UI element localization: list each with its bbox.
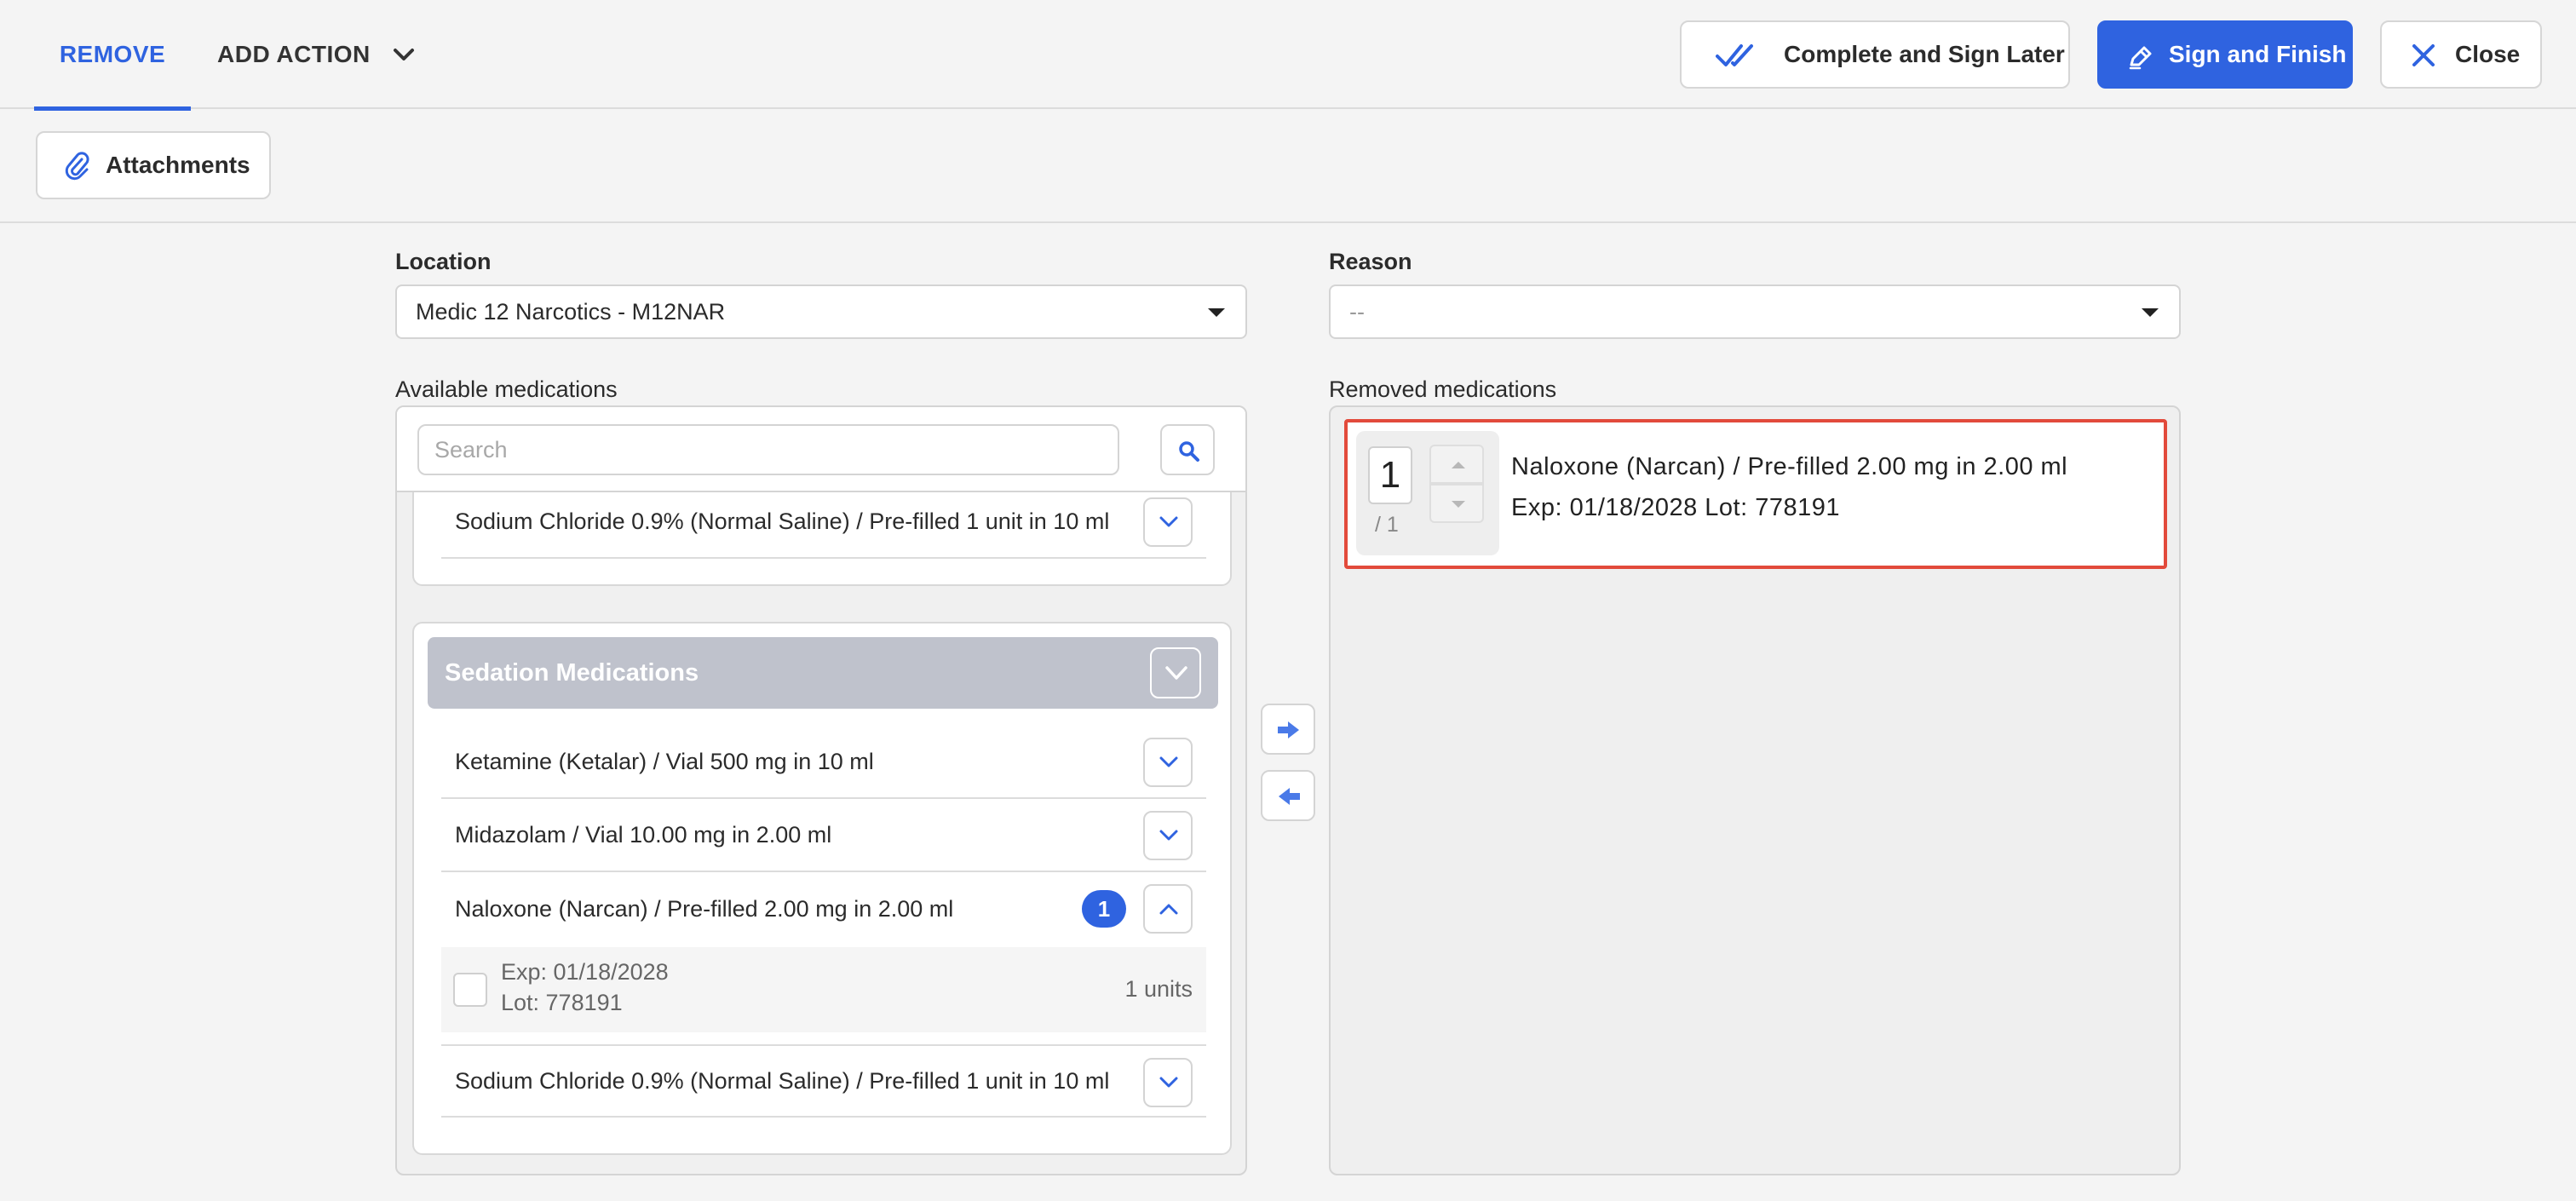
medication-name: Ketamine (Ketalar) / Vial 500 mg in 10 m…: [455, 748, 874, 774]
arrow-left-icon: [1279, 788, 1300, 805]
close-button[interactable]: Close: [2380, 20, 2542, 89]
expand-button[interactable]: [1143, 497, 1193, 547]
medication-name: Naloxone (Narcan) / Pre-filled 2.00 mg i…: [455, 895, 954, 922]
sign-and-finish-button[interactable]: Sign and Finish: [2097, 20, 2353, 89]
chevron-down-icon: [1165, 666, 1187, 680]
quantity-increment-button[interactable]: [1429, 445, 1484, 484]
removed-medication-item[interactable]: 1 / 1 Naloxone (Narcan) / Pre-filled 2.0…: [1344, 419, 2167, 569]
lot-expiration: Exp: 01/18/2028: [501, 959, 669, 985]
quantity-max: / 1: [1375, 513, 1399, 537]
collapse-button[interactable]: [1143, 884, 1193, 934]
arrow-right-icon: [1278, 721, 1299, 738]
chevron-up-icon: [1159, 904, 1178, 915]
lot-number: Lot: 778191: [501, 990, 623, 1015]
group-title: Sedation Medications: [445, 658, 699, 687]
caret-down-icon: [2142, 308, 2159, 317]
paperclip-icon: [65, 152, 89, 181]
chevron-down-icon: [1159, 1077, 1178, 1088]
medication-row[interactable]: Sodium Chloride 0.9% (Normal Saline) / P…: [441, 1044, 1206, 1118]
search-row: [397, 407, 1245, 492]
medication-row[interactable]: Ketamine (Ketalar) / Vial 500 mg in 10 m…: [441, 726, 1206, 799]
sign-and-finish-label: Sign and Finish: [2169, 41, 2347, 67]
expand-button[interactable]: [1143, 738, 1193, 787]
quantity-stepper: 1 / 1: [1356, 431, 1499, 555]
move-right-button[interactable]: [1261, 704, 1315, 755]
medication-card: Sodium Chloride 0.9% (Normal Saline) / P…: [412, 484, 1232, 586]
location-select[interactable]: Medic 12 Narcotics - M12NAR: [395, 284, 1247, 339]
quantity-decrement-button[interactable]: [1429, 484, 1484, 523]
quantity-value[interactable]: 1: [1368, 446, 1412, 504]
move-left-button[interactable]: [1261, 770, 1315, 821]
medication-row[interactable]: Midazolam / Vial 10.00 mg in 2.00 ml: [441, 799, 1206, 872]
location-label: Location: [395, 249, 492, 274]
chevron-down-icon: [1159, 756, 1178, 767]
medication-row[interactable]: Naloxone (Narcan) / Pre-filled 2.00 mg i…: [441, 872, 1206, 945]
complete-sign-later-label: Complete and Sign Later: [1784, 41, 2065, 67]
medication-group-card: Sedation Medications Ketamine (Ketalar) …: [412, 622, 1232, 1155]
caret-up-icon: [1452, 462, 1465, 468]
lot-units: 1 units: [1124, 976, 1193, 1002]
available-medications-panel: Sodium Chloride 0.9% (Normal Saline) / P…: [395, 405, 1247, 1175]
chevron-down-icon[interactable]: [388, 39, 419, 70]
reason-select[interactable]: --: [1329, 284, 2181, 339]
lot-checkbox[interactable]: [453, 973, 487, 1007]
top-bar: REMOVE ADD ACTION Complete and Sign Late…: [0, 0, 2576, 111]
tab-add-action[interactable]: ADD ACTION: [217, 0, 371, 109]
chevron-down-icon: [1159, 516, 1178, 527]
close-icon: [2412, 44, 2435, 66]
medication-name: Sodium Chloride 0.9% (Normal Saline) / P…: [455, 508, 1110, 534]
medication-row[interactable]: Sodium Chloride 0.9% (Normal Saline) / P…: [441, 486, 1206, 559]
lot-row[interactable]: Exp: 01/18/2028 Lot: 778191 1 units: [441, 947, 1206, 1032]
removed-medications-label: Removed medications: [1329, 376, 1557, 402]
group-header[interactable]: Sedation Medications: [428, 637, 1218, 709]
expand-button[interactable]: [1143, 1058, 1193, 1107]
close-label: Close: [2455, 41, 2521, 67]
available-medications-label: Available medications: [395, 376, 618, 402]
reason-value: --: [1349, 298, 1365, 325]
caret-down-icon: [1452, 501, 1465, 508]
attachments-bar: Attachments: [0, 109, 2576, 223]
group-toggle-button[interactable]: [1150, 647, 1201, 698]
signature-pen-icon: [2129, 46, 2152, 70]
location-value: Medic 12 Narcotics - M12NAR: [416, 298, 726, 325]
double-check-icon: [1716, 44, 1753, 66]
chevron-down-icon: [1159, 830, 1178, 841]
selected-count-badge: 1: [1082, 890, 1126, 928]
search-input[interactable]: [417, 424, 1119, 475]
removed-medications-panel: 1 / 1 Naloxone (Narcan) / Pre-filled 2.0…: [1329, 405, 2181, 1175]
attachments-button[interactable]: Attachments: [36, 131, 271, 199]
medication-name: Sodium Chloride 0.9% (Normal Saline) / P…: [455, 1067, 1110, 1094]
expand-button[interactable]: [1143, 811, 1193, 860]
removed-medication-name: Naloxone (Narcan) / Pre-filled 2.00 mg i…: [1511, 453, 2068, 480]
removed-medication-details: Exp: 01/18/2028 Lot: 778191: [1511, 494, 1840, 521]
reason-label: Reason: [1329, 249, 1412, 274]
complete-sign-later-button[interactable]: Complete and Sign Later: [1680, 20, 2070, 89]
search-icon: [1179, 441, 1199, 462]
search-button[interactable]: [1160, 424, 1215, 475]
attachments-label: Attachments: [106, 152, 250, 178]
caret-down-icon: [1208, 308, 1225, 317]
medication-name: Midazolam / Vial 10.00 mg in 2.00 ml: [455, 821, 832, 848]
tab-remove[interactable]: REMOVE: [34, 0, 191, 111]
